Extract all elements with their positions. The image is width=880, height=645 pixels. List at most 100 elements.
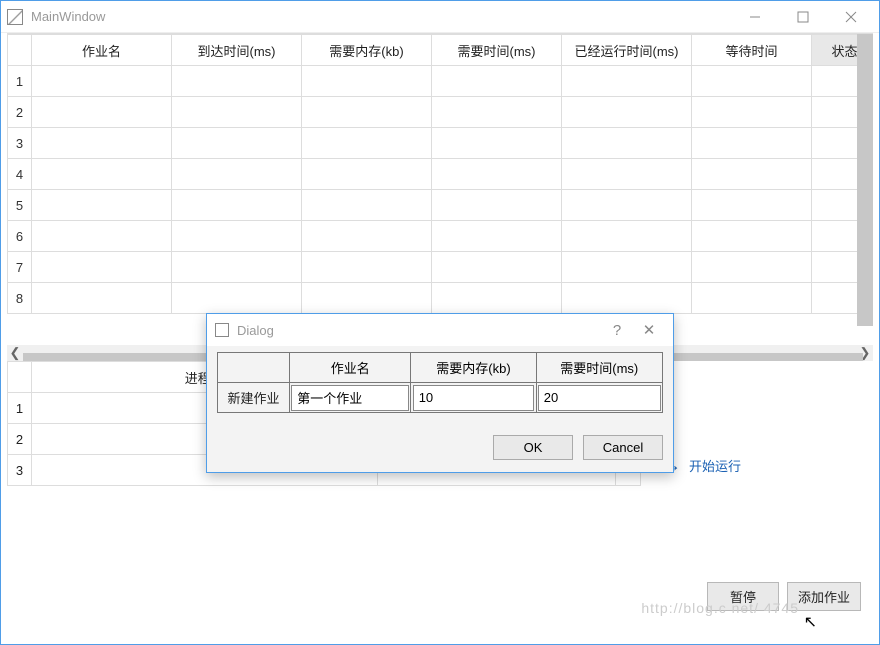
- new-job-dialog: Dialog ? ✕ 作业名 需要内存(kb) 需要时间(ms) 新建作业: [206, 313, 674, 473]
- cell[interactable]: [432, 283, 562, 314]
- row-header: 2: [8, 97, 32, 128]
- cell[interactable]: [432, 66, 562, 97]
- cell[interactable]: [32, 66, 172, 97]
- pause-button[interactable]: 暂停: [707, 582, 779, 611]
- cell[interactable]: [32, 252, 172, 283]
- memory-input[interactable]: [413, 385, 535, 411]
- table-row[interactable]: 1: [8, 66, 874, 97]
- dialog-col-name: 作业名: [290, 353, 411, 383]
- dialog-input-row: 新建作业: [218, 383, 663, 413]
- cell[interactable]: [432, 97, 562, 128]
- ok-button[interactable]: OK: [493, 435, 573, 460]
- minimize-button[interactable]: [743, 5, 767, 29]
- dialog-titlebar: Dialog ? ✕: [207, 314, 673, 346]
- jobs-table-wrap: 作业名 到达时间(ms) 需要内存(kb) 需要时间(ms) 已经运行时间(ms…: [7, 33, 873, 361]
- cell[interactable]: [302, 66, 432, 97]
- cell[interactable]: [172, 190, 302, 221]
- dialog-col-memory: 需要内存(kb): [411, 353, 536, 383]
- add-job-button[interactable]: 添加作业: [787, 582, 861, 611]
- table-row[interactable]: 6: [8, 221, 874, 252]
- job-name-input[interactable]: [291, 385, 409, 411]
- col-need-time[interactable]: 需要时间(ms): [432, 35, 562, 66]
- cell[interactable]: [32, 283, 172, 314]
- cell[interactable]: [302, 221, 432, 252]
- cell[interactable]: [32, 97, 172, 128]
- cell[interactable]: [432, 221, 562, 252]
- col-arrive-time[interactable]: 到达时间(ms): [172, 35, 302, 66]
- cell[interactable]: [562, 97, 692, 128]
- cell[interactable]: [432, 159, 562, 190]
- table-row[interactable]: 3: [8, 128, 874, 159]
- cell[interactable]: [302, 252, 432, 283]
- start-run-link[interactable]: → 开始运行: [663, 455, 861, 476]
- table-row[interactable]: 7: [8, 252, 874, 283]
- cell[interactable]: [172, 283, 302, 314]
- jobs-vscroll[interactable]: [857, 34, 873, 326]
- dialog-help-button[interactable]: ?: [601, 322, 633, 339]
- cell[interactable]: [562, 66, 692, 97]
- cell[interactable]: [172, 66, 302, 97]
- start-run-label: 开始运行: [689, 456, 741, 475]
- cell[interactable]: [302, 283, 432, 314]
- app-icon: [7, 9, 23, 25]
- cell[interactable]: [302, 190, 432, 221]
- time-input[interactable]: [538, 385, 661, 411]
- jobs-vscroll-thumb[interactable]: [857, 34, 873, 326]
- jobs-corner: [8, 35, 32, 66]
- cell[interactable]: [692, 128, 812, 159]
- cell[interactable]: [302, 128, 432, 159]
- cell[interactable]: [172, 252, 302, 283]
- cell[interactable]: [692, 190, 812, 221]
- dialog-close-button[interactable]: ✕: [633, 321, 665, 339]
- row-header: 2: [8, 424, 32, 455]
- cell[interactable]: [172, 221, 302, 252]
- maximize-button[interactable]: [791, 5, 815, 29]
- table-row[interactable]: 2: [8, 97, 874, 128]
- cell[interactable]: [302, 159, 432, 190]
- cell[interactable]: [32, 159, 172, 190]
- col-need-memory[interactable]: 需要内存(kb): [302, 35, 432, 66]
- dialog-buttons: OK Cancel: [207, 425, 673, 472]
- dialog-icon: [215, 323, 229, 337]
- cell[interactable]: [562, 283, 692, 314]
- cell[interactable]: [432, 190, 562, 221]
- cell[interactable]: [692, 283, 812, 314]
- col-wait-time[interactable]: 等待时间: [692, 35, 812, 66]
- cell[interactable]: [172, 159, 302, 190]
- cell[interactable]: [692, 159, 812, 190]
- cell[interactable]: [432, 128, 562, 159]
- cell[interactable]: [692, 66, 812, 97]
- table-row[interactable]: 4: [8, 159, 874, 190]
- col-job-name[interactable]: 作业名: [32, 35, 172, 66]
- table-row[interactable]: 8: [8, 283, 874, 314]
- side-panel: → 开始运行 暂停 添加作业: [641, 361, 873, 629]
- cell[interactable]: [172, 128, 302, 159]
- cell[interactable]: [562, 221, 692, 252]
- cell[interactable]: [32, 221, 172, 252]
- row-header: 5: [8, 190, 32, 221]
- cell[interactable]: [562, 190, 692, 221]
- side-buttons: 暂停 添加作业: [653, 582, 861, 621]
- cancel-button[interactable]: Cancel: [583, 435, 663, 460]
- cell[interactable]: [302, 97, 432, 128]
- window-controls: [743, 5, 873, 29]
- jobs-hscroll-left[interactable]: ❮: [7, 345, 23, 361]
- cell[interactable]: [32, 128, 172, 159]
- cell[interactable]: [432, 252, 562, 283]
- cell[interactable]: [692, 97, 812, 128]
- dialog-body: 作业名 需要内存(kb) 需要时间(ms) 新建作业: [207, 346, 673, 425]
- cell[interactable]: [32, 190, 172, 221]
- cell[interactable]: [692, 252, 812, 283]
- cell[interactable]: [692, 221, 812, 252]
- row-header: 6: [8, 221, 32, 252]
- dialog-col-time: 需要时间(ms): [536, 353, 662, 383]
- cell[interactable]: [562, 159, 692, 190]
- jobs-table-header: 作业名 到达时间(ms) 需要内存(kb) 需要时间(ms) 已经运行时间(ms…: [8, 35, 874, 66]
- cell[interactable]: [562, 128, 692, 159]
- cell[interactable]: [562, 252, 692, 283]
- row-header: 7: [8, 252, 32, 283]
- table-row[interactable]: 5: [8, 190, 874, 221]
- cell[interactable]: [172, 97, 302, 128]
- col-run-time[interactable]: 已经运行时间(ms): [562, 35, 692, 66]
- close-button[interactable]: [839, 5, 863, 29]
